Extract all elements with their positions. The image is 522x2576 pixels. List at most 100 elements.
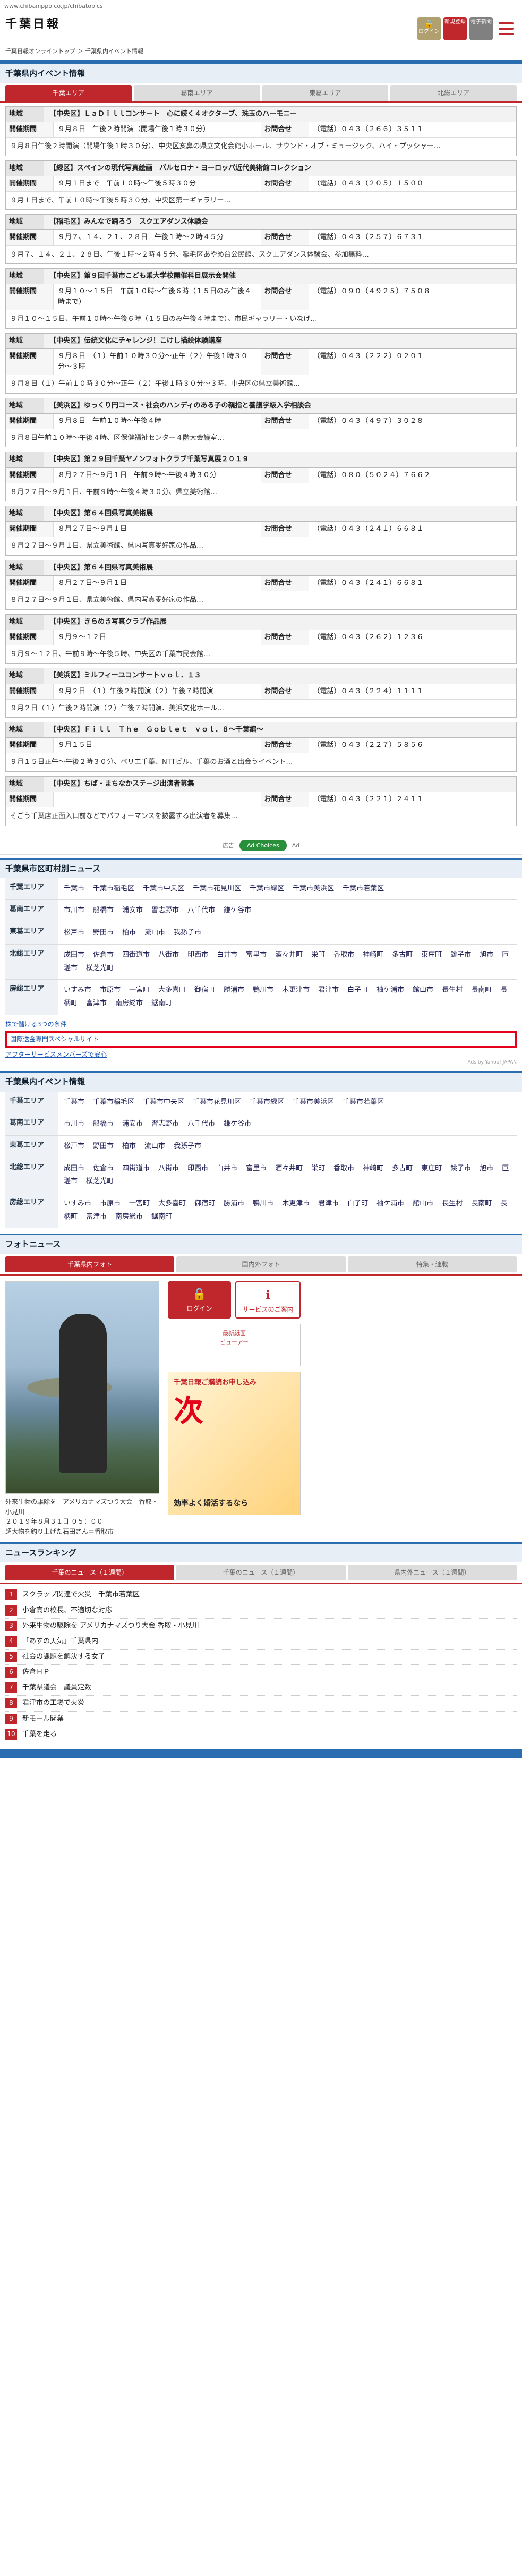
region-city-link[interactable]: 千葉市若葉区 (343, 1098, 384, 1106)
region-city-link[interactable]: 野田市 (93, 1142, 114, 1150)
region-city-link[interactable]: 富津市 (86, 999, 107, 1007)
tab-katsunan[interactable]: 葛南エリア (133, 85, 260, 101)
region-city-link[interactable]: 八千代市 (187, 906, 215, 914)
region-city-link[interactable]: 四街道市 (122, 951, 150, 959)
region-city-link[interactable]: 印西市 (187, 951, 208, 959)
region-city-link[interactable]: 長生村 (442, 1200, 463, 1208)
region-city-link[interactable]: 習志野市 (151, 1120, 179, 1128)
region-city-link[interactable]: 千葉市 (64, 885, 84, 892)
region-city-link[interactable]: いすみ市 (64, 986, 91, 994)
region-city-link[interactable]: 市川市 (64, 906, 84, 914)
region-city-link[interactable]: 館山市 (413, 1200, 433, 1208)
region-city-link[interactable]: 佐倉市 (93, 1164, 114, 1172)
region-city-link[interactable]: 千葉市稲毛区 (93, 1098, 134, 1106)
region-city-link[interactable]: 木更津市 (282, 986, 310, 994)
region-city-link[interactable]: 船橋市 (93, 906, 114, 914)
ranking-item[interactable]: 1 スクラップ関連で火災 千葉市若葉区 (5, 1587, 517, 1603)
region-city-link[interactable]: 酒々井町 (275, 1164, 303, 1172)
region-city-link[interactable]: 千葉市 (64, 1098, 84, 1106)
e-paper-button[interactable]: 電子新聞 (469, 17, 493, 40)
region-city-link[interactable]: 千葉市若葉区 (343, 885, 384, 892)
region-city-link[interactable]: 佐倉市 (93, 951, 114, 959)
event-title[interactable]: 【中央区】ＬａＤｉｌｌコンサート 心に続く４オクターブ、珠玉のハーモニー (44, 107, 302, 122)
region-city-link[interactable]: 船橋市 (93, 1120, 114, 1128)
region-city-link[interactable]: 八千代市 (187, 1120, 215, 1128)
region-city-link[interactable]: 印西市 (187, 1164, 208, 1172)
region-city-link[interactable]: 市川市 (64, 1120, 84, 1128)
login-icon-button[interactable]: 🔒 ログイン (417, 17, 441, 40)
region-city-link[interactable]: 白井市 (217, 951, 237, 959)
region-city-link[interactable]: 富里市 (246, 951, 267, 959)
region-city-link[interactable]: 千葉市美浜区 (293, 885, 334, 892)
event-title[interactable]: 【中央区】第６４回県写真美術展 (44, 560, 158, 575)
region-city-link[interactable]: 旭市 (480, 1164, 493, 1172)
region-city-link[interactable]: 松戸市 (64, 1142, 84, 1150)
region-city-link[interactable]: 八街市 (158, 951, 179, 959)
region-city-link[interactable]: 八街市 (158, 1164, 179, 1172)
region-city-link[interactable]: 千葉市稲毛区 (93, 885, 134, 892)
region-city-link[interactable]: 横芝光町 (86, 964, 114, 972)
region-city-link[interactable]: 千葉市花見川区 (193, 885, 241, 892)
event-title[interactable]: 【中央区】伝統文化にチャレンジ！こけし描絵体験講座 (44, 334, 227, 348)
tab-chiba[interactable]: 千葉エリア (5, 85, 132, 101)
ad-choices-pill[interactable]: Ad Choices (239, 839, 287, 852)
region-city-link[interactable]: 一宮町 (129, 1200, 150, 1208)
region-city-link[interactable]: 鴨川市 (253, 1200, 273, 1208)
region-city-link[interactable]: 成田市 (64, 951, 84, 959)
region-city-link[interactable]: 酒々井町 (275, 951, 303, 959)
region-city-link[interactable]: 君津市 (318, 986, 339, 994)
region-city-link[interactable]: 白子町 (347, 1200, 368, 1208)
region-city-link[interactable]: 千葉市中央区 (143, 885, 184, 892)
region-city-link[interactable]: 東庄町 (421, 1164, 442, 1172)
region-city-link[interactable]: 南房総市 (115, 999, 143, 1007)
region-city-link[interactable]: 鎌ケ谷市 (224, 906, 251, 914)
region-city-link[interactable]: 袖ケ浦市 (376, 1200, 404, 1208)
region-city-link[interactable]: 勝浦市 (224, 1200, 244, 1208)
region-city-link[interactable]: 柏市 (122, 929, 136, 937)
region-city-link[interactable]: 香取市 (333, 1164, 354, 1172)
promo-link-1[interactable]: 株で儲ける3つの条件 (5, 1019, 517, 1030)
region-city-link[interactable]: 富津市 (86, 1213, 107, 1221)
region-city-link[interactable]: 栄町 (311, 951, 325, 959)
region-city-link[interactable]: 千葉市緑区 (250, 885, 284, 892)
news-photo[interactable] (5, 1281, 159, 1494)
ranking-item[interactable]: 6 佐倉ＨＰ (5, 1665, 517, 1681)
region-city-link[interactable]: 浦安市 (122, 906, 143, 914)
region-city-link[interactable]: 千葉市美浜区 (293, 1098, 334, 1106)
promo-link-3[interactable]: アフターサービスメンバーズで安心 (5, 1050, 517, 1060)
event-title[interactable]: 【中央区】ちば・まちなかステージ出演者募集 (44, 777, 200, 792)
tab-photo-world[interactable]: 国内外フォト (176, 1256, 346, 1273)
tab-hokuso[interactable]: 北総エリア (390, 85, 517, 101)
promo-link-2[interactable]: 国際送金専門スペシャルサイト (10, 1034, 512, 1044)
tab-photo-feature[interactable]: 特集・連載 (347, 1256, 517, 1273)
region-city-link[interactable]: 野田市 (93, 929, 114, 937)
region-city-link[interactable]: 神崎町 (363, 951, 383, 959)
tab-tokatsu[interactable]: 東葛エリア (262, 85, 389, 101)
region-city-link[interactable]: 浦安市 (122, 1120, 143, 1128)
region-city-link[interactable]: 栄町 (311, 1164, 325, 1172)
region-city-link[interactable]: 袖ケ浦市 (376, 986, 404, 994)
region-city-link[interactable]: いすみ市 (64, 1200, 91, 1208)
ranking-item[interactable]: 7 千葉県議会 議員定数 (5, 1680, 517, 1696)
region-city-link[interactable]: 館山市 (413, 986, 433, 994)
region-city-link[interactable]: 一宮町 (129, 986, 150, 994)
tab-rank-world[interactable]: 県内外ニュース（１週間） (347, 1564, 517, 1581)
region-city-link[interactable]: 南房総市 (115, 1213, 143, 1221)
region-city-link[interactable]: 我孫子市 (174, 929, 201, 937)
region-city-link[interactable]: 旭市 (480, 951, 493, 959)
tab-rank-chiba[interactable]: 千葉のニュース（１週間） (5, 1564, 175, 1581)
region-city-link[interactable]: 千葉市花見川区 (193, 1098, 241, 1106)
ranking-item[interactable]: 10 千葉を走る (5, 1727, 517, 1742)
region-city-link[interactable]: 君津市 (318, 1200, 339, 1208)
region-city-link[interactable]: 銚子市 (450, 1164, 471, 1172)
region-city-link[interactable]: 多古町 (392, 951, 413, 959)
ranking-item[interactable]: 4 「あすの天気」千葉県内 (5, 1634, 517, 1650)
region-city-link[interactable]: 御宿町 (194, 1200, 215, 1208)
region-city-link[interactable]: 四街道市 (122, 1164, 150, 1172)
region-city-link[interactable]: 千葉市中央区 (143, 1098, 184, 1106)
side-service-button[interactable]: ℹ サービスのご案内 (235, 1281, 301, 1319)
region-city-link[interactable]: 鴨川市 (253, 986, 273, 994)
region-city-link[interactable]: 千葉市緑区 (250, 1098, 284, 1106)
region-city-link[interactable]: 富里市 (246, 1164, 267, 1172)
event-title[interactable]: 【中央区】第９回千葉市こども乗大学校開催科目展示会開催 (44, 269, 241, 284)
